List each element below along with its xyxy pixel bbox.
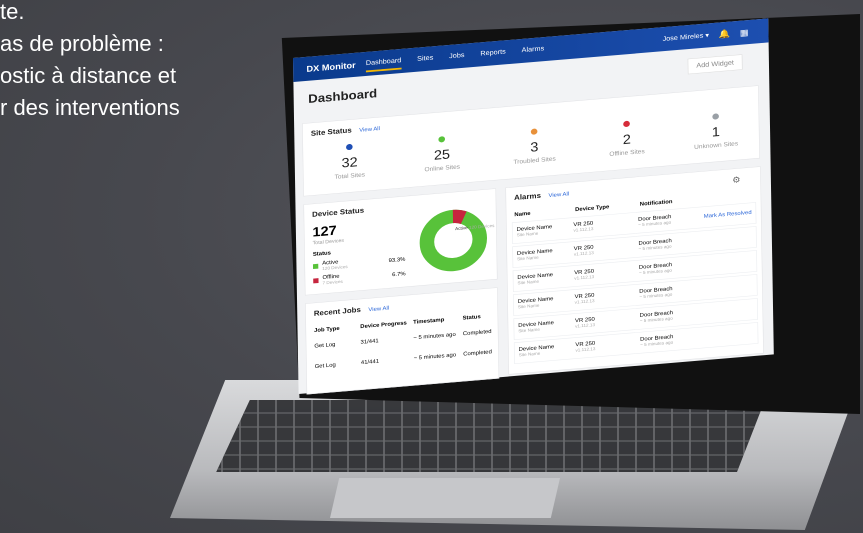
site-status-title-text: Site Status xyxy=(310,125,352,138)
alarm-notification: Door Breach ~ 5 minutes ago xyxy=(639,285,673,299)
status-dot-icon xyxy=(438,136,446,143)
nav-jobs[interactable]: Jobs xyxy=(449,52,465,66)
user-menu[interactable]: Jose Mireles ▾ xyxy=(663,31,710,43)
nav-sites[interactable]: Sites xyxy=(417,54,433,68)
col-device-progress[interactable]: Device Progress xyxy=(360,319,407,329)
headline-line: te. xyxy=(0,0,25,24)
alarm-device-type: VR 250 v1.112.13 xyxy=(574,244,594,257)
alarm-notification: Door Breach ~ 5 minutes ago xyxy=(640,333,674,347)
legend-active-sub: 120 Devices xyxy=(322,264,348,272)
alarm-version: v1.112.13 xyxy=(573,227,594,233)
device-donut-chart xyxy=(419,209,488,272)
headline-line: ostic à distance et xyxy=(0,63,177,88)
status-label: Status xyxy=(312,249,332,258)
keyboard-rows xyxy=(216,400,765,472)
site-stat[interactable]: 32 Total Sites xyxy=(310,141,390,183)
site-stat[interactable]: 1 Unknown Sites xyxy=(676,110,756,152)
laptop-trackpad xyxy=(330,478,560,518)
alarm-device-name: Device Name Site Name xyxy=(517,247,553,261)
job-type: Get Log xyxy=(314,341,336,349)
col-name[interactable]: Name xyxy=(514,210,530,217)
legend-offline-pct: 6.7% xyxy=(392,270,406,278)
job-row[interactable]: Get Log 41/441 ~ 5 minutes ago Completed xyxy=(315,348,493,369)
alarm-version: v1.112.13 xyxy=(573,251,594,257)
site-status-view-all-link[interactable]: View All xyxy=(359,125,380,133)
page-title: Dashboard xyxy=(308,87,378,106)
alarm-notification: Door Breach ~ 5 minutes ago xyxy=(640,309,674,323)
legend-offline-sub: 7 Devices xyxy=(322,279,343,286)
alarm-version: v1.112.13 xyxy=(574,299,595,305)
laptop-screen: DX Monitor Dashboard Sites Jobs Reports … xyxy=(293,18,774,395)
alarm-notification: Door Breach ~ 5 minutes ago xyxy=(638,237,672,251)
chevron-down-icon: ▾ xyxy=(705,31,710,40)
job-status: Completed xyxy=(463,348,492,357)
alarm-device-type: VR 250 v1.112.13 xyxy=(573,220,593,233)
total-devices-label: Total Devices xyxy=(312,237,345,246)
alarm-device-type: VR 250 v1.112.13 xyxy=(574,268,594,281)
job-type: Get Log xyxy=(314,361,336,370)
alarm-device-name: Device Name Site Name xyxy=(519,343,555,357)
headline-line: as de problème : xyxy=(0,31,164,56)
status-dot-icon xyxy=(345,143,353,151)
device-status-title: Device Status xyxy=(312,205,365,219)
alarm-device-type: VR 250 v1.112.13 xyxy=(575,340,595,353)
headline-text: te. as de problème : ostic à distance et… xyxy=(0,0,180,124)
col-job-type[interactable]: Job Type xyxy=(314,325,340,333)
col-status[interactable]: Status xyxy=(463,313,481,321)
alarm-version: v1.112.13 xyxy=(574,275,595,281)
recent-jobs-card: Recent Jobs View All Job Type Device Pro… xyxy=(305,287,500,395)
device-status-card: Device Status 127 Total Devices Status A… xyxy=(303,188,498,296)
user-name: Jose Mireles xyxy=(662,32,704,43)
legend-swatch-active xyxy=(312,263,319,269)
mark-resolved-link[interactable]: Mark As Resolved xyxy=(704,209,752,219)
alarms-title-text: Alarms xyxy=(514,191,542,202)
main-nav: Dashboard Sites Jobs Reports Alarms xyxy=(365,45,545,73)
alarm-device-name: Device Name Site Name xyxy=(517,223,553,237)
job-progress: 41/441 xyxy=(360,357,380,366)
status-dot-icon xyxy=(530,128,538,135)
recent-jobs-title: Recent Jobs View All xyxy=(314,303,389,318)
alarms-title: Alarms View All xyxy=(514,189,569,202)
add-widget-button[interactable]: Add Widget xyxy=(687,54,743,75)
alarm-device-name: Device Name Site Name xyxy=(517,271,553,285)
bell-icon[interactable]: 🔔 xyxy=(719,28,731,39)
alarm-version: v1.112.13 xyxy=(575,347,596,353)
site-stat[interactable]: 2 Offline Sites xyxy=(587,118,667,160)
col-device-type[interactable]: Device Type xyxy=(575,203,609,212)
alarm-device-name: Device Name Site Name xyxy=(518,295,554,309)
legend-active-pct: 93.3% xyxy=(388,255,406,264)
site-status-title: Site Status View All xyxy=(311,123,380,137)
alarms-card: Alarms View All ⚙ Name Device Type Notif… xyxy=(505,166,764,375)
status-dot-icon xyxy=(623,120,630,128)
alarm-notification: Door Breach ~ 5 minutes ago xyxy=(639,261,673,275)
recent-jobs-title-text: Recent Jobs xyxy=(313,305,361,318)
job-row[interactable]: Get Log 31/441 ~ 5 minutes ago Completed xyxy=(314,328,492,349)
alarm-device-type: VR 250 v1.112.13 xyxy=(575,316,595,329)
nav-reports[interactable]: Reports xyxy=(480,48,506,63)
nav-dashboard[interactable]: Dashboard xyxy=(365,56,402,73)
brand-logo[interactable]: DX Monitor xyxy=(306,60,355,74)
alarm-notification: Door Breach ~ 5 minutes ago xyxy=(638,213,672,227)
gear-icon[interactable]: ⚙ xyxy=(732,175,740,186)
nav-alarms[interactable]: Alarms xyxy=(522,45,545,59)
alarms-view-all-link[interactable]: View All xyxy=(548,191,569,199)
legend-swatch-offline xyxy=(313,277,319,284)
alarm-version: v1.112.13 xyxy=(575,323,596,329)
col-notification[interactable]: Notification xyxy=(640,198,673,207)
headline-line: r des interventions xyxy=(0,95,180,120)
alarm-device-name: Device Name Site Name xyxy=(518,319,554,333)
col-timestamp[interactable]: Timestamp xyxy=(413,316,444,325)
recent-jobs-view-all-link[interactable]: View All xyxy=(368,305,389,313)
site-stat[interactable]: 25 Online Sites xyxy=(402,133,482,175)
job-timestamp: ~ 5 minutes ago xyxy=(413,351,457,361)
job-timestamp: ~ 5 minutes ago xyxy=(413,331,456,341)
job-progress: 31/441 xyxy=(360,337,379,345)
legend-offline-label: Offline xyxy=(322,272,340,281)
legend-active-label: Active xyxy=(322,258,339,266)
app-grid-icon[interactable]: ▦ xyxy=(740,27,749,38)
alarm-device-type: VR 250 v1.112.13 xyxy=(575,292,595,305)
site-stat[interactable]: 3 Troubled Sites xyxy=(494,125,574,167)
job-status: Completed xyxy=(462,328,492,337)
status-dot-icon xyxy=(712,113,719,120)
